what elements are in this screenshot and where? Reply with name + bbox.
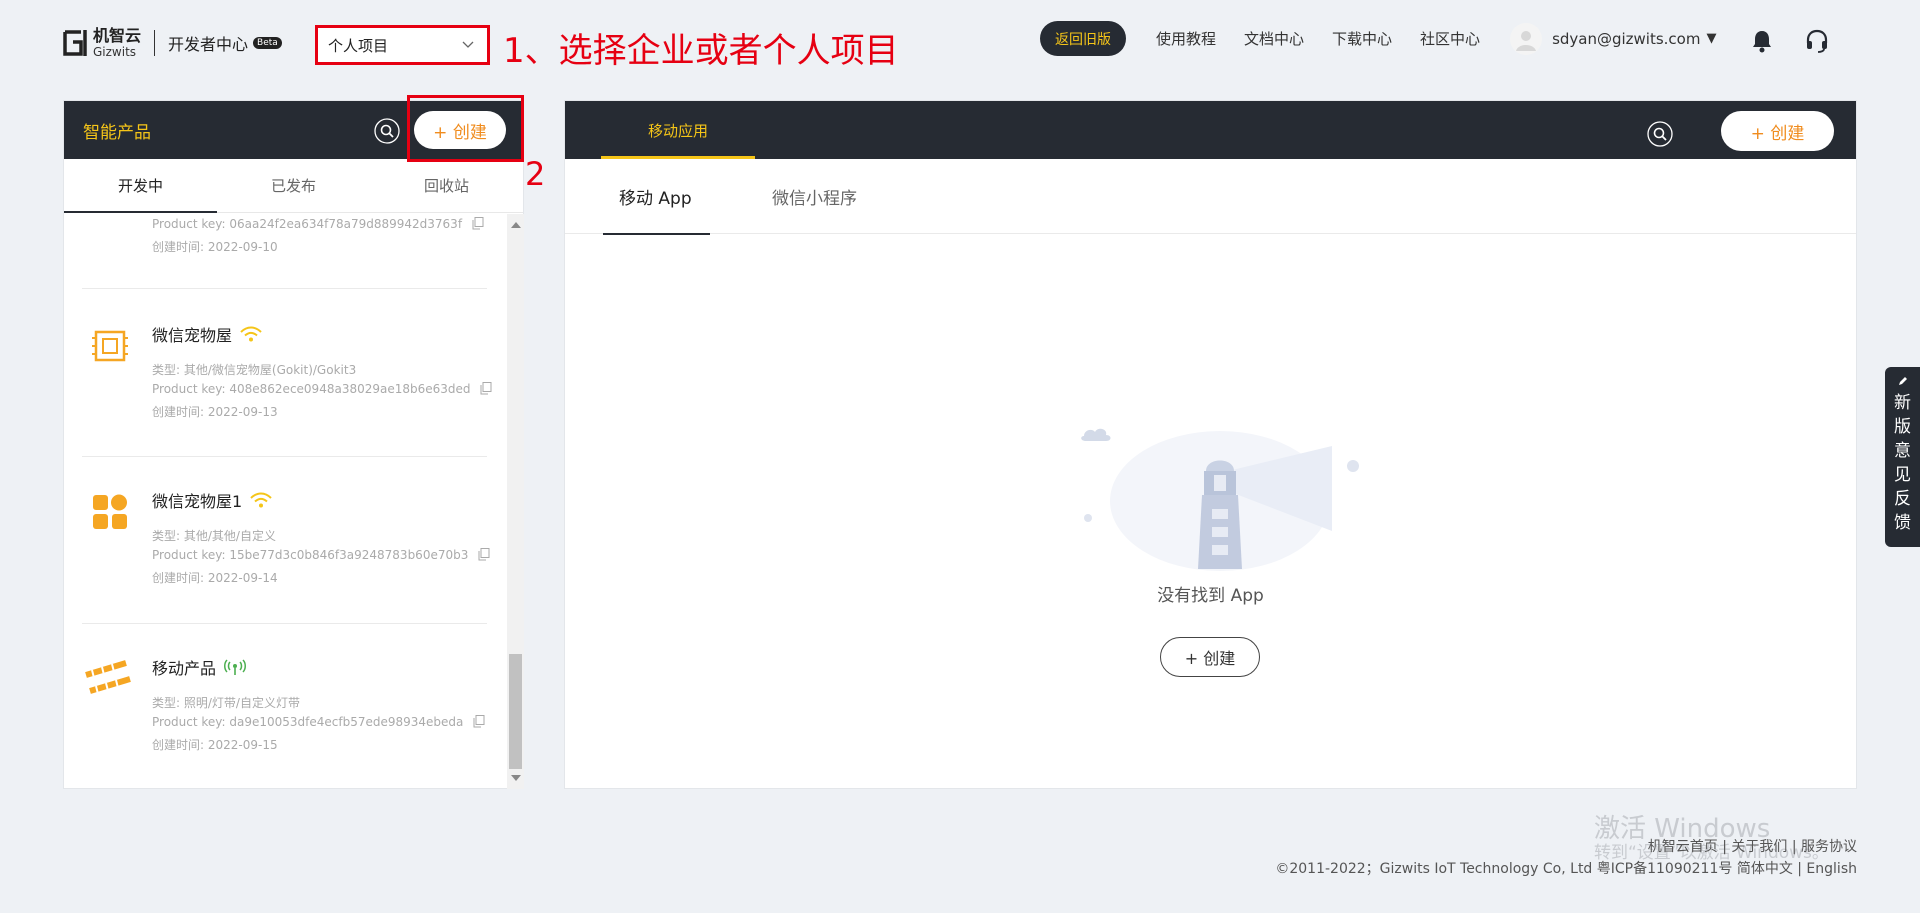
light-strip-icon xyxy=(85,660,131,695)
chevron-down-icon xyxy=(462,41,474,48)
tab-developing[interactable]: 开发中 xyxy=(64,159,217,213)
list-item[interactable]: 微信宠物屋1 类型: 其他/其他/自定义 Product key: 15be77… xyxy=(82,488,490,608)
tab-mobile-app[interactable]: 移动 App xyxy=(603,159,710,235)
created-time: 创建时间: 2022-09-13 xyxy=(152,405,278,419)
products-panel-title: 智能产品 xyxy=(83,122,151,143)
user-email: sdyan@gizwits.com xyxy=(1552,29,1701,48)
user-icon xyxy=(1516,30,1537,51)
feedback-button[interactable]: 新 版 意 见 反 馈 xyxy=(1885,367,1920,547)
tab-published[interactable]: 已发布 xyxy=(217,159,370,212)
list-item[interactable]: 移动产品 类型: 照明/灯带/自定义灯带 Product key: da9e10… xyxy=(82,655,487,775)
product-type: 类型: 照明/灯带/自定义灯带 xyxy=(152,696,300,710)
feedback-char: 新 xyxy=(1894,393,1911,413)
logo-cn-text: 机智云 xyxy=(93,26,142,45)
pen-icon xyxy=(1898,377,1907,385)
tab-wechat-mini-program[interactable]: 微信小程序 xyxy=(772,159,857,234)
product-key: Product key: 15be77d3c0b846f3a9248783b60… xyxy=(152,548,490,562)
wifi-icon xyxy=(250,492,272,508)
feedback-char: 馈 xyxy=(1894,513,1911,533)
products-panel: 智能产品 + 创建 开发中 已发布 回收站 Product key: 06aa2… xyxy=(63,100,524,789)
logo-en-text: Gizwits xyxy=(93,45,137,59)
app-type-tabs: 移动 App 微信小程序 xyxy=(565,159,1856,235)
footer-copyright: ©2011-2022；Gizwits IoT Technology Co, Lt… xyxy=(1275,861,1857,877)
empty-state-text: 没有找到 App xyxy=(1157,586,1264,606)
list-divider xyxy=(82,623,487,624)
headset-icon[interactable] xyxy=(1804,28,1830,54)
old-version-button[interactable]: 返回旧版 xyxy=(1040,21,1126,56)
created-time: 创建时间: 2022-09-10 xyxy=(152,240,278,254)
footer-links[interactable]: 机智云首页 | 关于我们 | 服务协议 xyxy=(1648,836,1857,856)
top-nav: 返回旧版 使用教程 文档中心 下载中心 社区中心 sdyan@gizwits.c… xyxy=(1040,21,1716,56)
product-type: 类型: 其他/微信宠物屋(Gokit)/Gokit3 xyxy=(152,363,357,377)
apps-panel-header: 移动应用 + 创建 xyxy=(565,101,1856,159)
product-key: Product key: da9e10053dfe4ecfb57ede98934… xyxy=(152,715,485,729)
copy-icon[interactable] xyxy=(473,715,485,728)
tab-mobile-apps[interactable]: 移动应用 xyxy=(601,101,755,159)
scroll-up-arrow-icon[interactable] xyxy=(511,222,521,228)
product-name: 微信宠物屋 xyxy=(152,322,262,346)
project-select[interactable]: 个人项目 xyxy=(315,25,490,65)
cellular-signal-icon xyxy=(224,659,247,675)
nav-download[interactable]: 下载中心 xyxy=(1332,28,1392,49)
feedback-char: 见 xyxy=(1894,465,1911,485)
wifi-icon xyxy=(240,326,262,342)
create-app-button[interactable]: + 创建 xyxy=(1721,111,1834,151)
product-type: 类型: 其他/其他/自定义 xyxy=(152,529,276,543)
list-item[interactable]: 微信宠物屋 类型: 其他/微信宠物屋(Gokit)/Gokit3 Product… xyxy=(82,322,492,442)
bell-icon[interactable] xyxy=(1749,28,1775,54)
product-name: 移动产品 xyxy=(152,655,247,679)
list-divider xyxy=(82,456,487,457)
nav-community[interactable]: 社区中心 xyxy=(1420,28,1480,49)
feedback-char: 版 xyxy=(1894,417,1911,437)
copy-icon[interactable] xyxy=(480,382,492,395)
nav-docs[interactable]: 文档中心 xyxy=(1244,28,1304,49)
created-time: 创建时间: 2022-09-15 xyxy=(152,738,278,752)
annotation-step-2: 2 xyxy=(525,155,546,193)
logo-divider xyxy=(154,30,156,56)
lighthouse-empty-icon xyxy=(1081,428,1359,571)
nav-tutorial[interactable]: 使用教程 xyxy=(1156,28,1216,49)
scroll-down-arrow-icon[interactable] xyxy=(511,775,521,781)
tab-recycle-bin[interactable]: 回收站 xyxy=(370,159,523,212)
product-name: 微信宠物屋1 xyxy=(152,488,272,512)
feedback-char: 反 xyxy=(1894,489,1911,509)
chip-icon xyxy=(92,330,128,362)
product-key: Product key: 408e862ece0948a38029ae18b6e… xyxy=(152,382,492,396)
apps-grid-icon xyxy=(93,494,127,529)
copy-icon[interactable] xyxy=(478,548,490,561)
copy-icon[interactable] xyxy=(472,217,484,230)
product-list-scrollbar[interactable] xyxy=(507,214,524,789)
list-divider xyxy=(82,288,487,289)
gizwits-logo-icon xyxy=(63,28,89,58)
scrollbar-thumb[interactable] xyxy=(509,654,522,769)
dev-center-title: 开发者中心 xyxy=(168,35,249,54)
avatar xyxy=(1510,22,1543,55)
annotation-highlight-create xyxy=(407,95,524,162)
empty-create-app-button[interactable]: + 创建 xyxy=(1160,637,1260,677)
created-time: 创建时间: 2022-09-14 xyxy=(152,571,278,585)
product-list: Product key: 06aa24f2ea634f78a79d889942d… xyxy=(64,214,507,789)
annotation-step-1: 1、选择企业或者个人项目 xyxy=(503,31,899,71)
search-icon[interactable] xyxy=(374,118,400,144)
project-select-value: 个人项目 xyxy=(328,36,389,55)
product-status-tabs: 开发中 已发布 回收站 xyxy=(64,159,523,213)
apps-panel: 移动应用 + 创建 移动 App 微信小程序 没有找到 App + 创建 xyxy=(564,100,1857,789)
feedback-char: 意 xyxy=(1894,441,1911,461)
user-menu[interactable]: sdyan@gizwits.com ▼ xyxy=(1510,22,1717,55)
product-key: Product key: 06aa24f2ea634f78a79d889942d… xyxy=(152,217,484,231)
search-icon[interactable] xyxy=(1647,121,1673,147)
caret-down-icon: ▼ xyxy=(1706,31,1717,46)
gizwits-logo[interactable]: 机智云 Gizwits 开发者中心 Beta xyxy=(63,28,282,58)
beta-badge: Beta xyxy=(253,37,282,49)
